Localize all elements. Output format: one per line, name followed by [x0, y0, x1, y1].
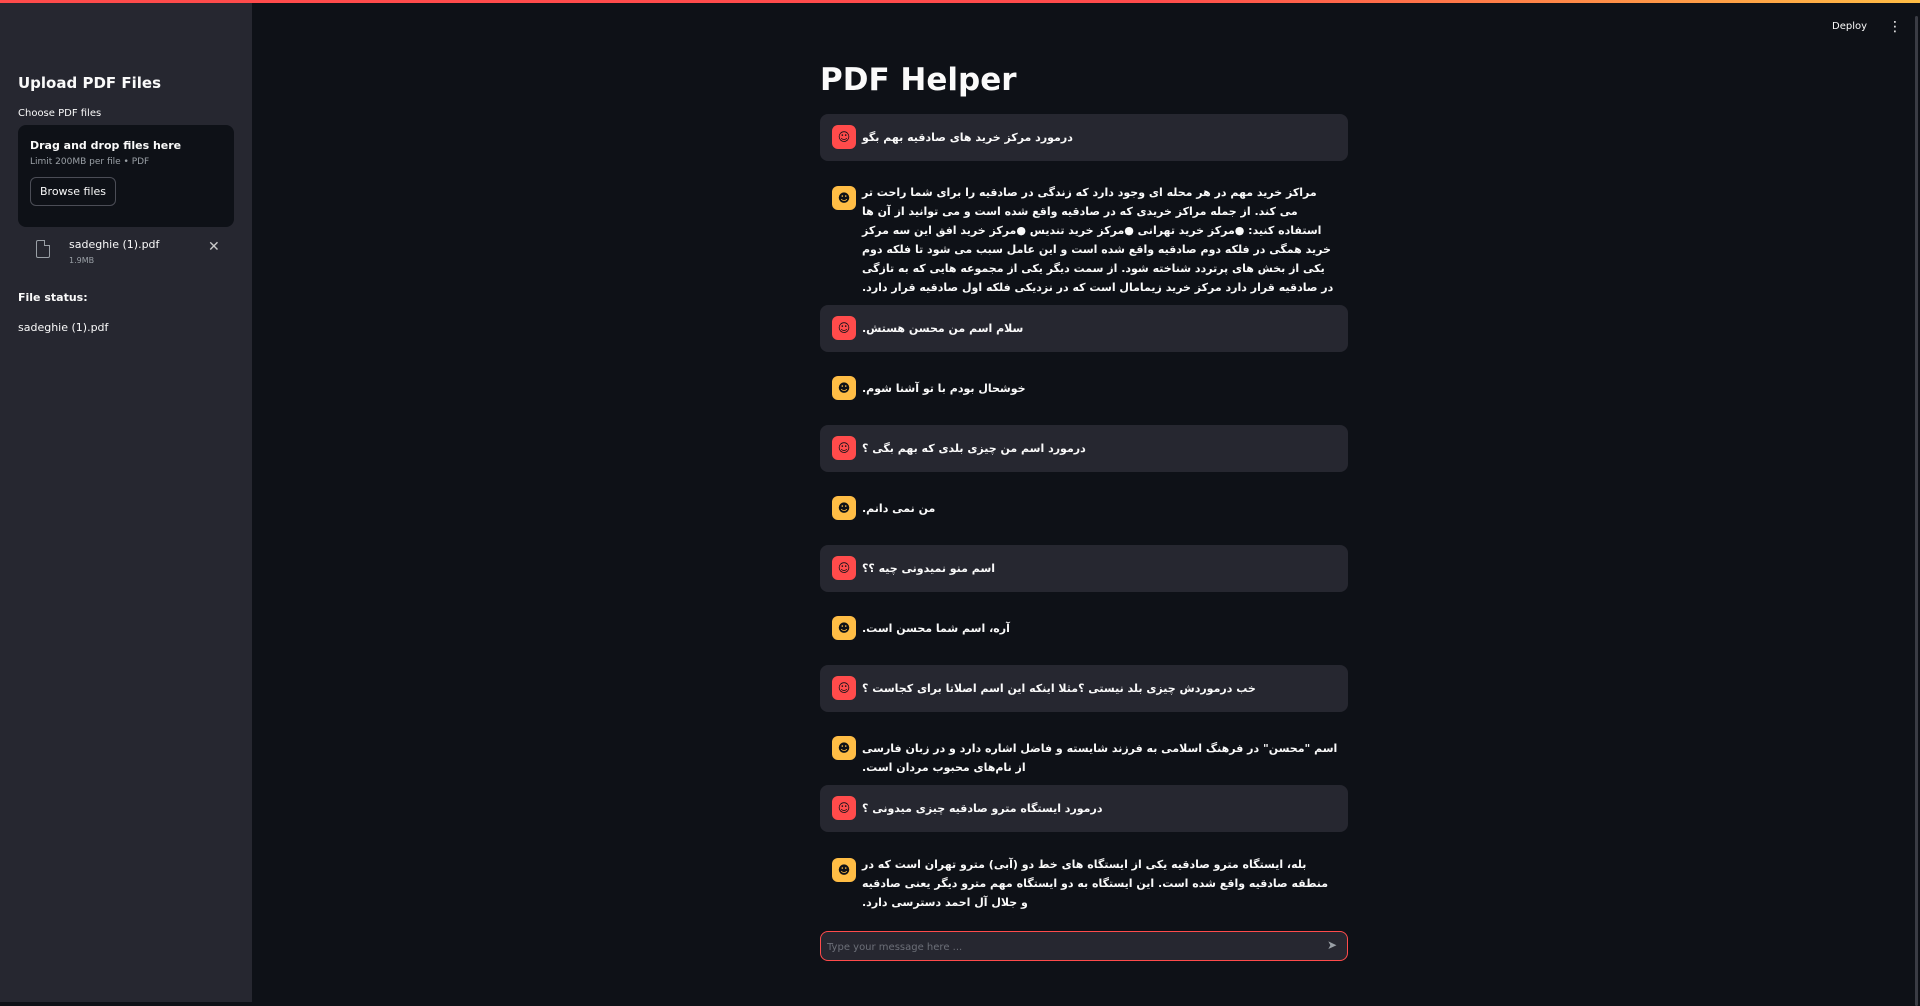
uploaded-file-size: 1.9MB — [69, 256, 95, 265]
chat-message-assistant: ☻ مراکز خرید مهم در هر محله ای وجود دارد… — [820, 173, 1348, 294]
message-text: درمورد ایستگاه مترو صادقیه چیزی میدونی ؟ — [862, 802, 1103, 815]
user-face-icon: ☺ — [832, 796, 856, 820]
message-text: خوشحال بودم با تو آشنا شوم. — [862, 382, 1026, 395]
dropzone-text: Drag and drop files here — [30, 139, 182, 152]
chat-input-box: ➤ — [820, 931, 1348, 961]
chat-message-user: ☺ درمورد ایستگاه مترو صادقیه چیزی میدونی… — [820, 785, 1348, 832]
robot-icon: ☻ — [832, 616, 856, 640]
user-face-icon: ☺ — [832, 125, 856, 149]
robot-icon: ☻ — [832, 736, 856, 760]
user-face-icon: ☺ — [832, 436, 856, 460]
deploy-button[interactable]: Deploy — [1832, 21, 1867, 32]
chat-message-assistant: ☻ اسم "محسن" در فرهنگ اسلامی به فرزند شا… — [820, 725, 1348, 774]
user-face-icon: ☺ — [832, 556, 856, 580]
message-text: مراکز خرید مهم در هر محله ای وجود دارد ک… — [862, 186, 1334, 294]
uploaded-file-row: sadeghie (1).pdf 1.9MB ✕ — [18, 235, 234, 271]
file-status-value: sadeghie (1).pdf — [18, 321, 109, 334]
send-arrow-icon[interactable]: ➤ — [1327, 938, 1337, 952]
chat-message-assistant: ☻ بله، ایستگاه مترو صادقیه یکی از ایستگا… — [820, 845, 1348, 909]
dropzone-limit: Limit 200MB per file • PDF — [30, 157, 150, 167]
chat-message-user: ☺ اسم منو نمیدونی چیه ؟؟ — [820, 545, 1348, 592]
message-text: بله، ایستگاه مترو صادقیه یکی از ایستگاه … — [862, 858, 1329, 909]
file-status-title: File status: — [18, 291, 88, 304]
robot-icon: ☻ — [832, 376, 856, 400]
top-decoration-bar — [0, 0, 1920, 3]
message-text: درمورد اسم من چیزی بلدی که بهم بگی ؟ — [862, 442, 1086, 455]
chat-message-assistant: ☻ خوشحال بودم با تو آشنا شوم. — [820, 365, 1348, 412]
chat-message-user: ☺ خب درموردش چیزی بلد نیستی ؟مثلا اینکه … — [820, 665, 1348, 712]
message-text: سلام اسم من محسن هستش. — [862, 322, 1024, 335]
message-text: من نمی دانم. — [862, 502, 936, 515]
message-text: خب درموردش چیزی بلد نیستی ؟مثلا اینکه ای… — [862, 682, 1256, 695]
close-icon[interactable]: ✕ — [208, 239, 220, 255]
sidebar: Upload PDF Files Choose PDF files Drag a… — [0, 3, 252, 1002]
message-text: درمورد مرکز خرید های صادقیه بهم بگو — [862, 131, 1073, 144]
file-icon — [36, 240, 50, 258]
sidebar-title: Upload PDF Files — [18, 74, 161, 92]
chat-message-user: ☺ درمورد مرکز خرید های صادقیه بهم بگو — [820, 114, 1348, 161]
user-face-icon: ☺ — [832, 316, 856, 340]
message-text: اسم منو نمیدونی چیه ؟؟ — [862, 562, 996, 575]
message-text: اسم "محسن" در فرهنگ اسلامی به فرزند شایس… — [862, 742, 1338, 774]
browse-files-button[interactable]: Browse files — [30, 177, 117, 206]
message-text: آره، اسم شما محسن است. — [862, 622, 1010, 635]
chat-message-assistant: ☻ من نمی دانم. — [820, 485, 1348, 532]
uploader-label: Choose PDF files — [18, 108, 102, 119]
chat-message-user: ☺ سلام اسم من محسن هستش. — [820, 305, 1348, 352]
chat-input[interactable] — [827, 936, 1307, 958]
page-title: PDF Helper — [820, 62, 1017, 98]
chat-message-user: ☺ درمورد اسم من چیزی بلدی که بهم بگی ؟ — [820, 425, 1348, 472]
robot-icon: ☻ — [832, 496, 856, 520]
uploaded-file-name: sadeghie (1).pdf — [69, 238, 160, 251]
robot-icon: ☻ — [832, 186, 856, 210]
user-face-icon: ☺ — [832, 676, 856, 700]
scrollbar[interactable] — [1915, 16, 1918, 1006]
chat-message-assistant: ☻ آره، اسم شما محسن است. — [820, 605, 1348, 652]
kebab-menu-icon[interactable]: ⋮ — [1888, 19, 1902, 35]
file-dropzone[interactable]: Drag and drop files here Limit 200MB per… — [18, 125, 234, 227]
robot-icon: ☻ — [832, 858, 856, 882]
